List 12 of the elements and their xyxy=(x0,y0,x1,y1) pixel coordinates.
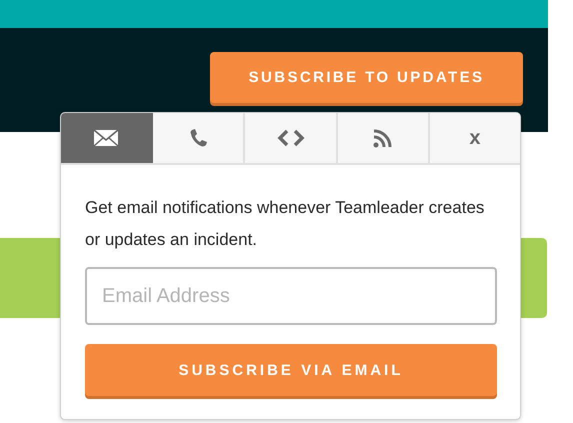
rss-tab[interactable] xyxy=(338,113,430,163)
subscribe-email-button[interactable]: SUBSCRIBE VIA EMAIL xyxy=(85,344,497,396)
code-tab[interactable] xyxy=(245,113,338,163)
phone-icon xyxy=(188,128,208,148)
close-tab[interactable]: x xyxy=(430,113,520,163)
rss-icon xyxy=(372,128,393,148)
subscribe-button[interactable]: SUBSCRIBE TO UPDATES xyxy=(210,52,523,103)
description-text: Get email notifications whenever Teamleader creates or updates an incident. xyxy=(85,197,486,251)
envelope-icon xyxy=(93,129,120,147)
email-field[interactable]: Email Address xyxy=(85,267,497,325)
email-tab[interactable] xyxy=(61,113,154,163)
code-icon xyxy=(276,129,304,147)
